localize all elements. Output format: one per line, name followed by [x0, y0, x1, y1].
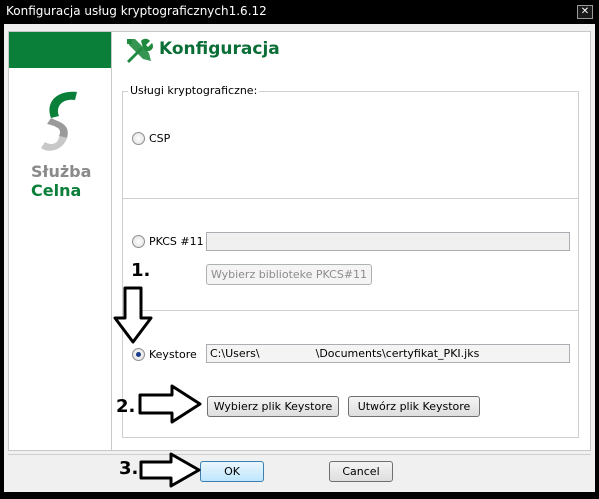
tools-icon: [127, 38, 153, 63]
step-1-down-arrow-icon: [113, 286, 153, 344]
create-keystore-button[interactable]: Utwórz plik Keystore: [348, 396, 480, 417]
step-2-right-arrow-icon: [138, 384, 202, 424]
logo-text: Służba Celna: [31, 162, 91, 200]
group-legend: Usługi kryptograficzne:: [128, 84, 260, 97]
close-icon: ✕: [580, 6, 590, 17]
keystore-path-prefix: C:\Users\: [210, 347, 260, 360]
logo-line-1: Służba: [31, 162, 92, 181]
window-title: Konfiguracja usług kryptograficznych1.6.…: [6, 4, 267, 18]
keystore-path-field[interactable]: C:\Users\ \Documents\certyfikat_PKI.jks: [206, 344, 570, 363]
cancel-button[interactable]: Cancel: [329, 461, 393, 482]
step-3-label: 3.: [119, 458, 139, 479]
pkcs11-radio[interactable]: [132, 235, 145, 248]
pkcs11-option[interactable]: PKCS #11: [132, 235, 204, 248]
footer-separator: [8, 454, 591, 455]
csp-option[interactable]: CSP: [132, 132, 170, 145]
sluzba-celna-logo: [41, 91, 77, 151]
close-button[interactable]: ✕: [577, 5, 593, 19]
ok-button[interactable]: OK: [200, 461, 264, 482]
choose-pkcs11-library-button[interactable]: Wybierz biblioteke PKCS#11: [206, 264, 372, 285]
keystore-path-suffix: \Documents\certyfikat_PKI.jks: [315, 347, 480, 360]
keystore-option[interactable]: Keystore: [132, 348, 197, 361]
dialog-client: Służba Celna Konfiguracja Usługi kryptog…: [4, 24, 595, 492]
pkcs11-label: PKCS #11: [149, 235, 204, 248]
logo-line-2: Celna: [31, 181, 82, 200]
title-bar: Konfiguracja usług kryptograficznych1.6.…: [0, 0, 599, 24]
keystore-label: Keystore: [149, 348, 197, 361]
keystore-radio[interactable]: [132, 348, 145, 361]
choose-keystore-button[interactable]: Wybierz plik Keystore: [207, 396, 339, 417]
logo-pane: Służba Celna: [8, 31, 112, 451]
step-3-right-arrow-icon: [139, 452, 201, 488]
step-1-label: 1.: [131, 260, 151, 281]
brand-bar: [9, 32, 111, 68]
pkcs11-path-field[interactable]: [206, 232, 570, 251]
csp-label: CSP: [149, 132, 171, 145]
step-2-label: 2.: [116, 396, 136, 417]
csp-radio[interactable]: [132, 132, 145, 145]
page-title: Konfiguracja: [159, 39, 280, 59]
separator-2: [123, 310, 578, 311]
separator-1: [123, 198, 578, 199]
